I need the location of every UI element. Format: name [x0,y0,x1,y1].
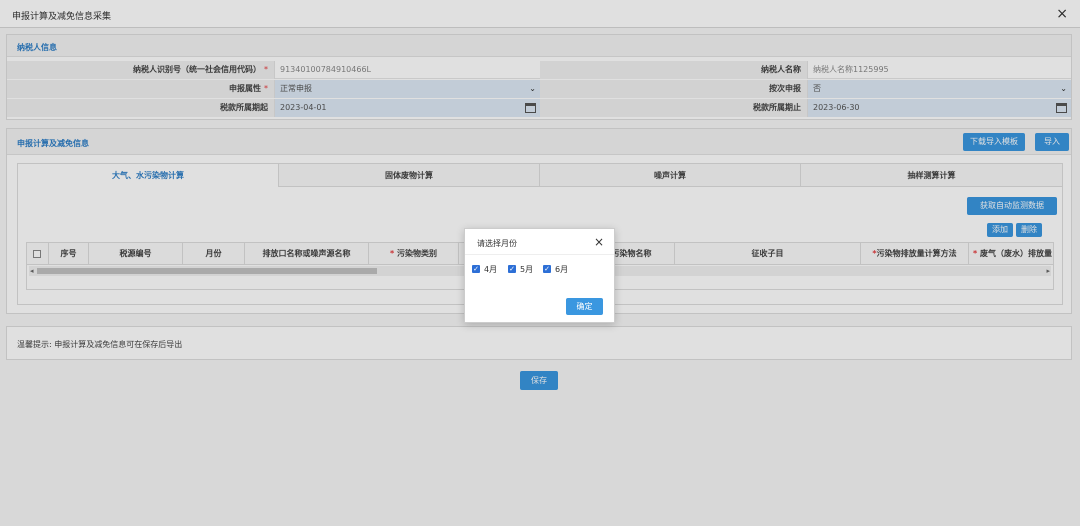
month-option-june[interactable]: ✓ 6月 [543,264,568,274]
dialog-ok-button[interactable]: 确定 [566,298,603,315]
checkbox-checked-icon[interactable]: ✓ [472,265,480,273]
checkbox-checked-icon[interactable]: ✓ [543,265,551,273]
dialog-close-icon[interactable]: × [594,235,604,249]
month-option-label: 6月 [555,264,569,274]
checkbox-checked-icon[interactable]: ✓ [508,265,516,273]
month-select-dialog: 请选择月份 × ✓ 4月 ✓ 5月 ✓ 6月 确定 [464,228,615,323]
month-option-may[interactable]: ✓ 5月 [508,264,533,274]
month-option-april[interactable]: ✓ 4月 [472,264,497,274]
month-option-label: 4月 [484,264,498,274]
dialog-title: 请选择月份 [477,239,517,248]
month-option-label: 5月 [520,264,534,274]
dialog-header: 请选择月份 × [465,229,614,255]
